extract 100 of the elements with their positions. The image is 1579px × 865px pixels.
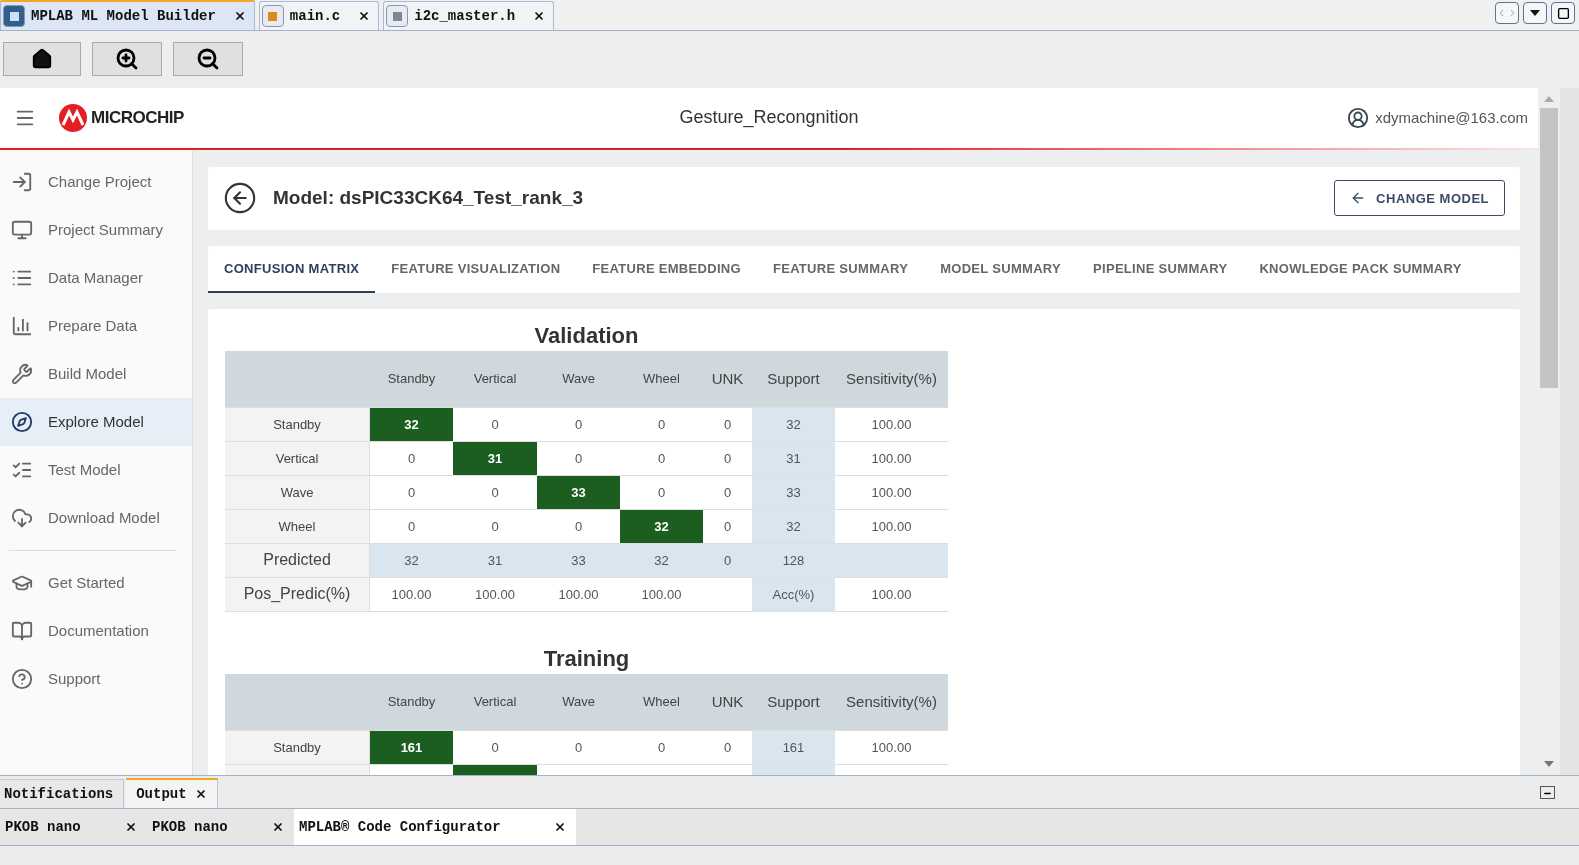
matrix-title: Validation — [534, 322, 639, 350]
document-tab[interactable]: MPLAB® Code Configurator — [294, 808, 576, 845]
app-logo-icon — [3, 5, 25, 27]
panel-tab[interactable]: Notifications — [0, 778, 125, 808]
file-icon — [261, 5, 284, 27]
row-label: Predicted — [225, 543, 370, 577]
tab[interactable]: PIPELINE SUMMARY — [1077, 245, 1244, 293]
tab-list-button[interactable] — [1523, 2, 1547, 24]
editor-tab[interactable]: main.c — [258, 1, 380, 30]
column-header: Support — [766, 692, 821, 713]
correct-count-cell: 161 — [370, 730, 453, 764]
sidebar-item[interactable]: Project Summary — [0, 205, 192, 254]
column-header: Wave — [561, 693, 596, 712]
matrix-title: Training — [543, 645, 630, 673]
row-label: Standby — [225, 730, 370, 764]
editor-tab[interactable]: MPLAB ML Model Builder — [0, 0, 255, 30]
sidebar-item[interactable]: Get Started — [0, 558, 192, 607]
close-icon[interactable] — [554, 820, 566, 833]
back-icon[interactable] — [223, 181, 257, 216]
tab[interactable]: KNOWLEDGE PACK SUMMARY — [1243, 245, 1478, 293]
column-header: UNK — [710, 692, 745, 713]
row-label: Vertical — [225, 441, 370, 475]
table-cell: 32 — [620, 543, 703, 577]
table-cell: 0 — [703, 543, 752, 577]
home-icon — [31, 48, 53, 71]
sidebar-item[interactable]: Data Manager — [0, 253, 192, 302]
table-cell: 32 — [752, 407, 835, 441]
table-cell: 32 — [370, 543, 453, 577]
wrench-icon — [11, 362, 33, 385]
compass-icon — [11, 410, 33, 433]
close-icon[interactable] — [194, 787, 207, 800]
sidebar-item[interactable]: Documentation — [0, 606, 192, 655]
cloud-download-icon — [11, 506, 33, 529]
maximize-button[interactable] — [1551, 2, 1575, 24]
sidebar-item[interactable]: Prepare Data — [0, 301, 192, 350]
column-header: Sensitivity(%) — [845, 692, 938, 713]
project-title: Gesture_Recongnition — [679, 107, 859, 129]
row-label: Wave — [225, 475, 370, 509]
row-label: Standby — [225, 407, 370, 441]
tab[interactable]: FEATURE EMBEDDING — [576, 245, 757, 293]
help-icon — [11, 667, 33, 690]
tab[interactable]: CONFUSION MATRIX — [208, 245, 376, 293]
table-cell: Acc(%) — [752, 577, 835, 611]
sidebar-item[interactable]: Build Model — [0, 349, 192, 398]
column-header: Wheel — [642, 370, 681, 389]
table-cell: 31 — [453, 543, 537, 577]
zoom-out-icon — [196, 47, 220, 72]
tab[interactable]: FEATURE SUMMARY — [756, 245, 925, 293]
table-cell: 33 — [537, 543, 620, 577]
editor-tab[interactable]: i2c_master.h — [383, 1, 555, 30]
sidebar-item[interactable]: Test Model — [0, 445, 192, 494]
table-cell: 161 — [752, 730, 835, 764]
enter-icon — [11, 170, 33, 193]
zoom-in-button[interactable] — [92, 42, 162, 77]
column-header: Sensitivity(%) — [845, 369, 938, 390]
table-cell: 128 — [752, 543, 835, 577]
home-button[interactable] — [3, 42, 81, 77]
zoom-out-button[interactable] — [173, 42, 243, 77]
table-cell: 33 — [752, 475, 835, 509]
table-cell: 32 — [752, 509, 835, 543]
column-header: Wheel — [642, 693, 681, 712]
sidebar-item[interactable]: Support — [0, 654, 192, 703]
tab[interactable]: MODEL SUMMARY — [924, 245, 1078, 293]
row-label: Pos_Predic(%) — [225, 577, 370, 611]
minimize-button[interactable] — [1540, 785, 1555, 799]
column-header: UNK — [710, 369, 745, 390]
correct-count-cell: 32 — [620, 509, 703, 543]
column-header: Standby — [386, 370, 437, 389]
caret-down-icon — [1530, 10, 1540, 16]
close-icon[interactable] — [533, 10, 546, 22]
column-header: Standby — [386, 693, 437, 712]
square-icon — [1556, 6, 1570, 20]
sidebar-item[interactable]: Explore Model — [0, 397, 192, 446]
sidebar-item[interactable]: Change Project — [0, 157, 192, 206]
column-header: Vertical — [472, 693, 518, 712]
microchip-logo: MICROCHIP — [58, 102, 184, 133]
correct-count-cell: 33 — [537, 475, 620, 509]
book-icon — [11, 619, 33, 642]
panel-tab[interactable]: Output — [126, 777, 218, 808]
column-header: Wave — [561, 370, 596, 389]
screen-icon — [11, 218, 33, 241]
user-icon — [1347, 106, 1370, 129]
zoom-in-icon — [115, 47, 139, 72]
column-header: Support — [766, 369, 821, 390]
correct-count-cell: 31 — [453, 441, 537, 475]
bar-chart-icon — [11, 314, 33, 337]
row-label: Wheel — [225, 509, 370, 543]
tab[interactable]: FEATURE VISUALIZATION — [375, 245, 577, 293]
correct-count-cell: 32 — [370, 407, 453, 441]
close-icon[interactable] — [125, 820, 137, 833]
user-email: xdymachine@163.com — [1375, 109, 1528, 127]
change-model-button[interactable]: CHANGE MODEL — [1334, 180, 1505, 217]
table-cell: 31 — [752, 441, 835, 475]
file-icon — [386, 5, 409, 27]
close-icon[interactable] — [272, 820, 284, 833]
model-title: Model: dsPIC33CK64_Test_rank_3 — [273, 187, 585, 210]
sidebar-item[interactable]: Download Model — [0, 493, 192, 542]
close-icon[interactable] — [358, 10, 371, 22]
close-icon[interactable] — [233, 10, 246, 22]
column-header: Vertical — [472, 370, 518, 389]
